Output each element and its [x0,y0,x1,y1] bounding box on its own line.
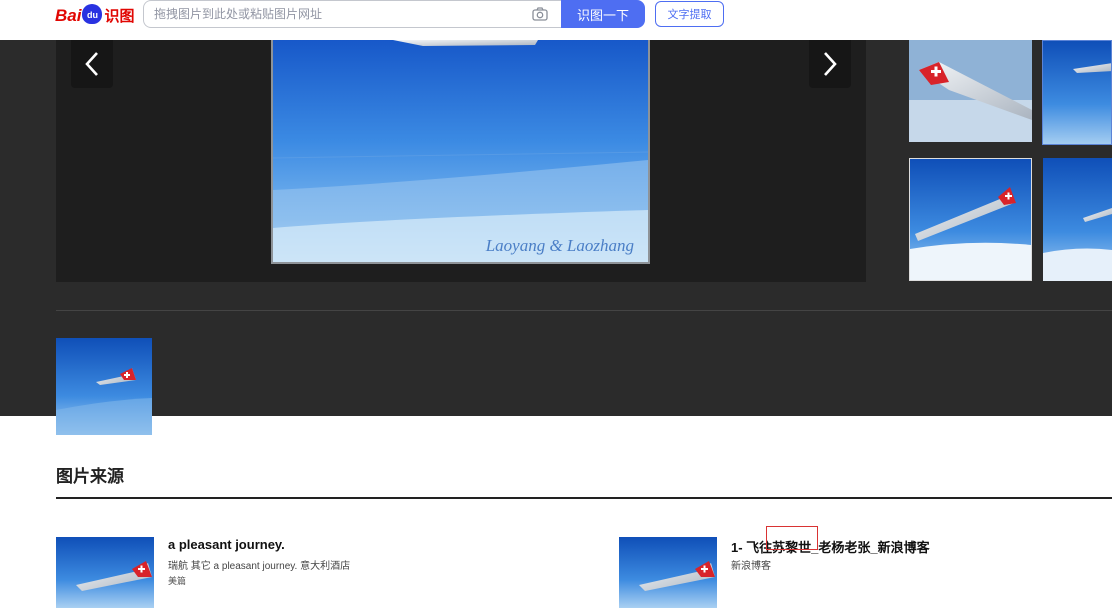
main-viewer: Laoyang & Laozhang [56,40,866,282]
image-url-input[interactable] [154,1,524,27]
sky-thumb [1043,41,1111,144]
similar-image-thumb[interactable] [1042,40,1112,145]
similar-image-thumb[interactable] [909,40,1032,142]
result-title[interactable]: a pleasant journey. [168,537,285,552]
viewer-divider [56,310,1112,311]
similar-image-thumb[interactable] [1043,158,1112,281]
result-thumbnail[interactable] [619,537,717,608]
logo-text-bai: Bai [55,6,82,25]
result-description: 新浪博客 [731,561,771,572]
search-image-button[interactable]: 识图一下 [561,0,645,28]
uploaded-wing-thumb [56,338,152,435]
result-source-site: 美篇 [168,576,187,586]
section-divider [56,497,1112,499]
result-title[interactable]: 1- 飞往苏黎世_老杨老张_新浪博客 [731,537,930,556]
similar-image-thumb[interactable] [909,158,1032,281]
swiss-wing-thumb [909,40,1032,142]
result-description: 瑞航 其它 a pleasant journey. 意大利酒店 [168,561,351,572]
result-wing-thumb [56,537,154,608]
chevron-right-icon [824,52,837,76]
wing-clouds-thumb [910,159,1031,280]
chevron-left-icon [85,52,98,76]
camera-icon[interactable] [532,7,548,21]
airplane-wing-photo [273,40,648,262]
image-viewer-panel: Laoyang & Laozhang [0,40,1112,435]
result-wing-thumb [619,537,717,608]
result-thumbnail[interactable] [56,537,154,608]
uploaded-image-thumb[interactable] [56,338,152,435]
search-box [143,0,563,28]
logo-text-shitu: 识图 [104,8,135,25]
text-extract-button[interactable]: 文字提取 [655,1,724,27]
section-title-image-source: 图片来源 [56,467,124,486]
main-photo: Laoyang & Laozhang [271,40,650,264]
logo-paw-du: du [82,4,103,24]
photo-caption: Laoyang & Laozhang [485,236,634,255]
baidu-shitu-logo[interactable]: Bai du 识图 [55,2,134,26]
top-bar: Bai du 识图 识图一下 文字提取 [0,0,1112,40]
prev-image-button[interactable] [71,40,113,88]
next-image-button[interactable] [809,40,851,88]
text-highlight-box [766,526,818,550]
sky-clouds-thumb [1043,158,1112,281]
